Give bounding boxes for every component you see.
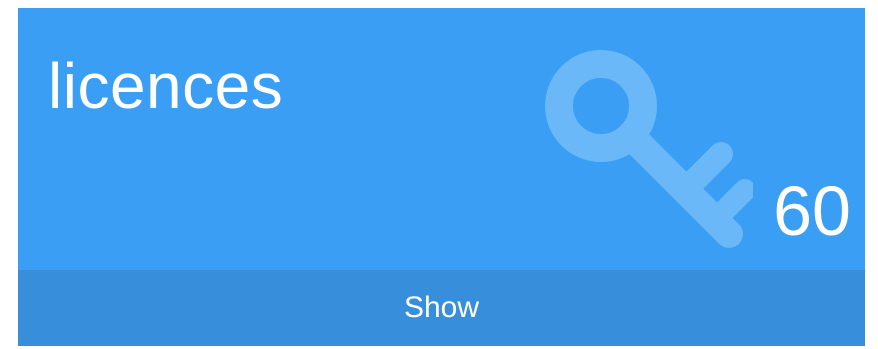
key-icon <box>545 50 753 248</box>
widget-title: licences <box>48 50 284 122</box>
widget-body: licences 60 <box>18 8 865 270</box>
show-button-label: Show <box>403 291 480 324</box>
show-button[interactable]: Show <box>18 270 865 346</box>
licence-count: 60 <box>773 172 851 250</box>
licences-widget: licences 60 Show <box>18 8 865 346</box>
